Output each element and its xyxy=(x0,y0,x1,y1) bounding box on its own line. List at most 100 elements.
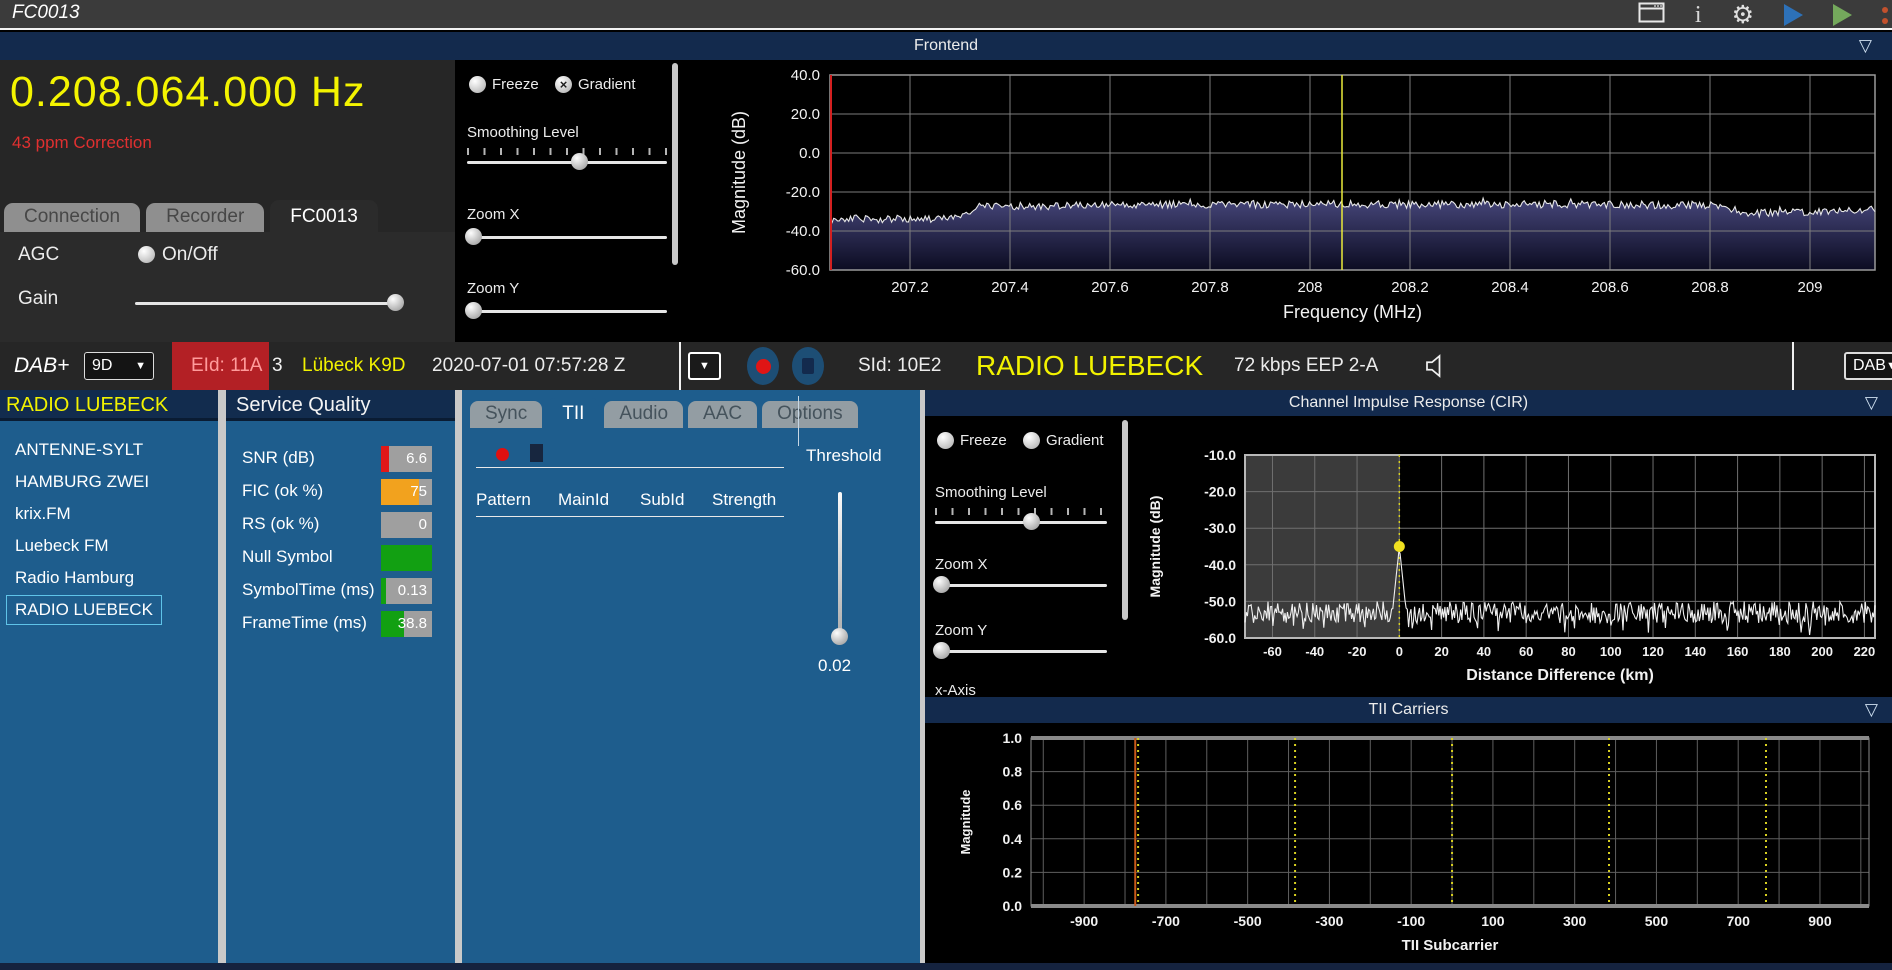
cir-zoom-x-slider[interactable] xyxy=(935,584,1107,587)
svg-text:0: 0 xyxy=(1396,644,1403,659)
cir-smoothing-slider[interactable] xyxy=(935,521,1107,524)
recording-dropdown[interactable]: ▼ xyxy=(688,352,721,380)
sq-row-bar-fill xyxy=(381,578,386,604)
band-select[interactable]: DAB▼ xyxy=(1844,352,1892,380)
svg-text:-50.0: -50.0 xyxy=(1204,593,1236,609)
smoothing-label: Smoothing Level xyxy=(467,124,579,141)
svg-text:Magnitude: Magnitude xyxy=(958,790,973,855)
svg-text:207.8: 207.8 xyxy=(1191,279,1229,296)
service-item[interactable]: HAMBURG ZWEI xyxy=(6,467,158,497)
sq-row-bar: 0.13 xyxy=(381,578,432,604)
svg-text:80: 80 xyxy=(1561,644,1575,659)
collapse-cir-icon[interactable]: ▽ xyxy=(1865,390,1878,416)
play-blue-icon[interactable] xyxy=(1784,4,1803,26)
collapse-tii-carriers-icon[interactable]: ▽ xyxy=(1865,697,1878,723)
controls-scrollbar[interactable] xyxy=(672,63,678,265)
tab-fc0013[interactable]: FC0013 xyxy=(270,200,378,232)
fc0013-tab-content: AGC On/Off Gain xyxy=(0,232,455,342)
svg-text:0.0: 0.0 xyxy=(799,145,820,162)
svg-text:700: 700 xyxy=(1727,913,1751,929)
service-item[interactable]: RADIO LUEBECK xyxy=(6,595,162,625)
bar-divider xyxy=(1792,342,1794,390)
band-value: DAB xyxy=(1853,357,1886,375)
services-header: RADIO LUEBECK xyxy=(0,390,218,421)
tab-options[interactable]: Options xyxy=(762,401,857,428)
svg-text:40.0: 40.0 xyxy=(791,67,820,84)
gain-slider[interactable] xyxy=(135,302,403,305)
speaker-icon[interactable] xyxy=(1422,351,1452,386)
smoothing-slider[interactable] xyxy=(467,161,667,164)
cir-zoom-y-slider[interactable] xyxy=(935,650,1107,653)
agc-radio[interactable] xyxy=(138,246,155,263)
sq-row: FrameTime (ms)38.8 xyxy=(226,608,455,641)
panel-divider[interactable] xyxy=(218,390,226,963)
record-button[interactable] xyxy=(747,347,779,385)
tii-record-indicator-icon[interactable] xyxy=(496,448,509,461)
collapse-frontend-icon[interactable]: ▽ xyxy=(1859,32,1872,60)
tab-audio[interactable]: Audio xyxy=(604,401,683,428)
gradient-label: Gradient xyxy=(578,76,636,93)
svg-text:180: 180 xyxy=(1769,644,1791,659)
sq-row-bar: 0 xyxy=(381,512,432,538)
cir-gradient-radio[interactable] xyxy=(1023,432,1040,449)
zoom-y-slider[interactable] xyxy=(467,310,667,313)
agc-label: AGC xyxy=(18,244,59,266)
svg-text:208.8: 208.8 xyxy=(1691,279,1729,296)
stop-button[interactable] xyxy=(792,347,824,385)
dab-mode-label: DAB+ xyxy=(14,342,69,390)
svg-text:Magnitude (dB): Magnitude (dB) xyxy=(729,111,749,234)
play-green-icon[interactable] xyxy=(1833,4,1852,26)
zoom-y-slider-handle[interactable] xyxy=(465,302,482,319)
svg-text:Magnitude (dB): Magnitude (dB) xyxy=(1147,496,1163,598)
threshold-slider-handle[interactable] xyxy=(831,628,848,645)
tab-aac[interactable]: AAC xyxy=(688,401,757,428)
tii-carriers-chart[interactable]: 0.00.20.40.60.81.0-900-700-500-300-10010… xyxy=(925,723,1892,963)
sq-row-bar-fill xyxy=(381,545,432,571)
tab-connection[interactable]: Connection xyxy=(4,203,140,232)
service-item[interactable]: ANTENNE-SYLT xyxy=(6,435,152,465)
frontend-spectrum-chart[interactable]: 40.020.00.0-20.0-40.0-60.0207.2207.4207.… xyxy=(690,60,1892,342)
zoom-x-slider-handle[interactable] xyxy=(465,228,482,245)
window-icon[interactable] xyxy=(1638,2,1665,28)
cir-header: Channel Impulse Response (CIR) ▽ xyxy=(925,390,1892,416)
zoom-x-slider[interactable] xyxy=(467,236,667,239)
cir-zoom-y-slider-handle[interactable] xyxy=(933,642,950,659)
cir-freeze-radio[interactable] xyxy=(937,432,954,449)
tab-tii[interactable]: TII xyxy=(547,398,599,428)
tab-recorder[interactable]: Recorder xyxy=(146,203,264,232)
sq-row-label: SymbolTime (ms) xyxy=(242,580,375,600)
svg-text:220: 220 xyxy=(1854,644,1876,659)
cir-title: Channel Impulse Response (CIR) xyxy=(925,390,1892,416)
tii-stop-indicator-icon[interactable] xyxy=(530,444,543,462)
tii-column-subid: SubId xyxy=(640,490,684,510)
service-item[interactable]: Luebeck FM xyxy=(6,531,118,561)
freeze-radio[interactable] xyxy=(469,76,486,93)
cir-smoothing-slider-handle[interactable] xyxy=(1023,513,1040,530)
cir-controls-scrollbar[interactable] xyxy=(1122,420,1128,620)
cir-zoom-x-slider-handle[interactable] xyxy=(933,576,950,593)
service-item[interactable]: Radio Hamburg xyxy=(6,563,143,593)
tab-sync[interactable]: Sync xyxy=(470,401,542,428)
lower-section: RADIO LUEBECK ANTENNE-SYLTHAMBURG ZWEIkr… xyxy=(0,390,1892,963)
frontend-title: Frontend xyxy=(0,32,1892,60)
cir-chart[interactable]: -10.0-20.0-30.0-40.0-50.0-60.0-60-40-200… xyxy=(1140,416,1892,697)
smoothing-slider-handle[interactable] xyxy=(571,153,588,170)
svg-text:0.6: 0.6 xyxy=(1003,797,1023,813)
svg-text:300: 300 xyxy=(1563,913,1587,929)
gradient-checkbox[interactable]: × xyxy=(555,76,572,93)
info-icon[interactable]: i xyxy=(1695,2,1702,28)
tii-column-mainid: MainId xyxy=(558,490,609,510)
overflow-dots-icon xyxy=(1882,2,1888,29)
svg-text:0.8: 0.8 xyxy=(1003,764,1023,780)
frequency-display[interactable]: 0.208.064.000 Hz xyxy=(0,60,455,117)
svg-text:200: 200 xyxy=(1811,644,1833,659)
threshold-slider[interactable] xyxy=(838,492,842,634)
channel-select[interactable]: 9D▼ xyxy=(84,352,154,380)
sq-row-bar: 38.8 xyxy=(381,611,432,637)
svg-text:-20.0: -20.0 xyxy=(1204,484,1236,500)
gain-slider-handle[interactable] xyxy=(387,294,404,311)
service-item[interactable]: krix.FM xyxy=(6,499,80,529)
tii-separator xyxy=(476,467,784,468)
settings-icon[interactable]: ⚙ xyxy=(1732,1,1754,29)
panel-divider[interactable] xyxy=(455,390,462,963)
